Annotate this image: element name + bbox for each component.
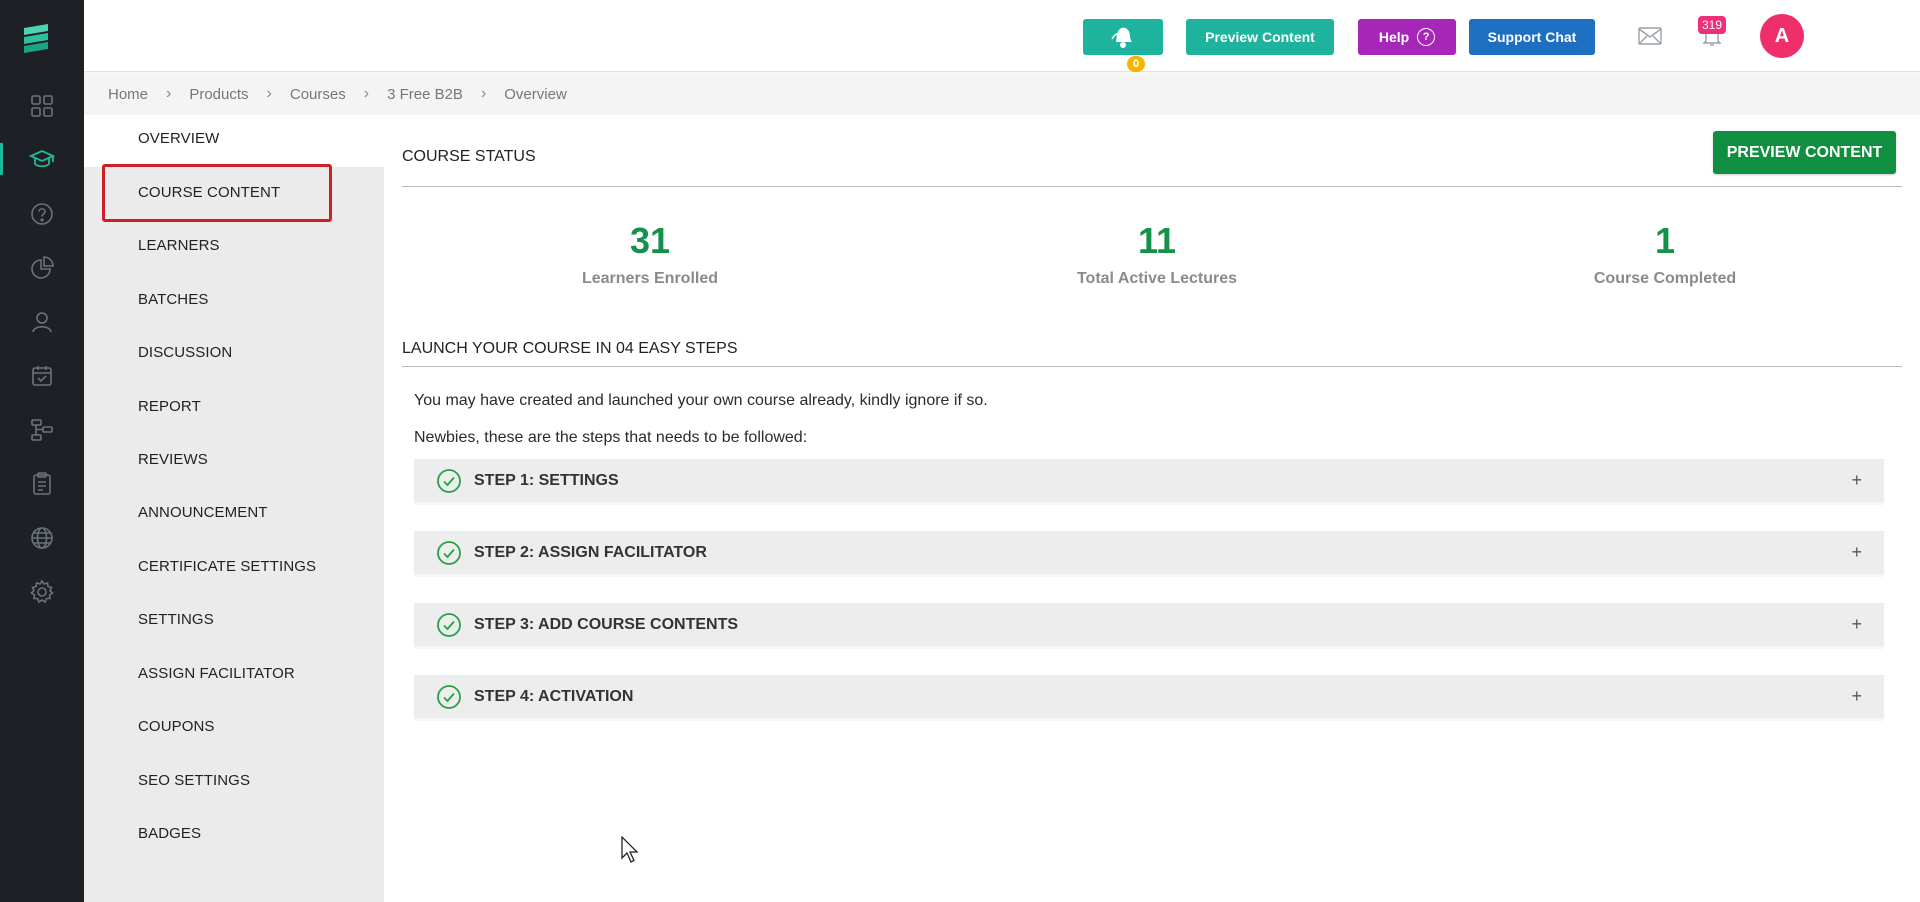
dashboard-icon[interactable] — [0, 84, 84, 128]
step-settings[interactable]: STEP 1: SETTINGS + — [414, 459, 1884, 505]
bell-icon — [1111, 27, 1132, 48]
check-circle-icon — [437, 540, 461, 565]
subnav-active-bg — [84, 115, 384, 167]
step-activation[interactable]: STEP 4: ACTIVATION + — [414, 675, 1884, 721]
breadcrumb-home[interactable]: Home — [108, 86, 148, 103]
avatar[interactable]: A — [1760, 14, 1804, 58]
subnav-announcement[interactable]: ANNOUNCEMENT — [138, 504, 268, 521]
question-icon: ? — [1417, 28, 1436, 46]
subnav-certificate-settings[interactable]: CERTIFICATE SETTINGS — [138, 558, 316, 575]
subnav-assign-facilitator[interactable]: ASSIGN FACILITATOR — [138, 665, 295, 682]
calendar-check-icon[interactable] — [0, 354, 84, 398]
stat-course-completed: 1 Course Completed — [1515, 220, 1815, 288]
courses-icon[interactable] — [0, 137, 84, 181]
breadcrumb: Home › Products › Courses › 3 Free B2B ›… — [84, 73, 1920, 115]
reports-pie-icon[interactable] — [0, 246, 84, 290]
subnav-reviews[interactable]: REVIEWS — [138, 451, 208, 468]
subnav-settings[interactable]: SETTINGS — [138, 611, 214, 628]
stat-label: Course Completed — [1593, 270, 1737, 287]
clipboard-icon[interactable] — [0, 462, 84, 506]
logo-icon[interactable] — [20, 22, 54, 56]
step-label: STEP 2: ASSIGN FACILITATOR — [474, 543, 707, 561]
app-sidebar-rail — [0, 0, 84, 902]
subnav-batches[interactable]: BATCHES — [138, 291, 208, 308]
subnav-seo-settings[interactable]: SEO SETTINGS — [138, 772, 250, 789]
subnav-badges[interactable]: BADGES — [138, 825, 201, 842]
stat-learners-enrolled: 31 Learners Enrolled — [500, 220, 800, 288]
chevron-right-icon: › — [266, 85, 272, 102]
newbies-text: Newbies, these are the steps that needs … — [414, 429, 808, 446]
subnav-overview[interactable]: OVERVIEW — [138, 130, 219, 147]
subnav-discussion[interactable]: DISCUSSION — [138, 344, 232, 361]
help-label: Help — [1378, 29, 1410, 45]
check-circle-icon — [437, 468, 461, 493]
chevron-right-icon: › — [480, 85, 487, 102]
stat-value: 11 — [1137, 220, 1177, 261]
user-icon[interactable] — [0, 300, 84, 344]
expand-plus-icon[interactable]: + — [1851, 542, 1862, 563]
subnav-report[interactable]: REPORT — [138, 398, 201, 415]
mail-icon[interactable] — [1638, 26, 1662, 46]
expand-plus-icon[interactable]: + — [1851, 614, 1862, 635]
chevron-right-icon: › — [166, 85, 172, 102]
breadcrumb-overview: Overview — [504, 85, 567, 103]
subnav-coupons[interactable]: COUPONS — [138, 718, 215, 735]
globe-icon[interactable] — [0, 516, 84, 560]
highlight-box — [102, 164, 332, 222]
expand-plus-icon[interactable]: + — [1851, 470, 1862, 491]
check-circle-icon — [437, 612, 461, 637]
gear-icon[interactable] — [0, 570, 84, 614]
stat-value: 1 — [1654, 220, 1676, 261]
support-chat-button[interactable]: Support Chat — [1469, 19, 1595, 55]
stat-label: Learners Enrolled — [581, 270, 719, 287]
help-button[interactable]: Help ? — [1358, 19, 1456, 55]
help-circle-icon[interactable] — [0, 192, 84, 236]
step-label: STEP 1: SETTINGS — [474, 471, 619, 489]
divider — [402, 366, 1902, 367]
chevron-right-icon: › — [363, 85, 370, 102]
stat-value: 31 — [629, 220, 671, 261]
breadcrumb-products[interactable]: Products — [189, 86, 248, 103]
mouse-cursor-icon — [621, 836, 639, 863]
breadcrumb-course-name[interactable]: 3 Free B2B — [387, 86, 463, 103]
stat-total-active-lectures: 11 Total Active Lectures — [1007, 220, 1307, 288]
step-assign-facilitator[interactable]: STEP 2: ASSIGN FACILITATOR + — [414, 531, 1884, 577]
step-label: STEP 4: ACTIVATION — [474, 687, 634, 705]
check-circle-icon — [437, 684, 461, 709]
step-add-course-contents[interactable]: STEP 3: ADD COURSE CONTENTS + — [414, 603, 1884, 649]
subnav-learners[interactable]: LEARNERS — [138, 237, 220, 254]
stat-label: Total Active Lectures — [1076, 270, 1238, 287]
announcement-bell-button[interactable] — [1083, 19, 1163, 55]
breadcrumb-courses[interactable]: Courses — [290, 86, 346, 103]
step-label: STEP 3: ADD COURSE CONTENTS — [474, 615, 739, 633]
course-status-title: COURSE STATUS — [402, 148, 536, 165]
launch-steps-title: LAUNCH YOUR COURSE IN 04 EASY STEPS — [402, 340, 738, 357]
intro-text: You may have created and launched your o… — [414, 392, 988, 409]
preview-content-main-button[interactable]: PREVIEW CONTENT — [1713, 131, 1896, 174]
expand-plus-icon[interactable]: + — [1851, 686, 1862, 707]
workflow-icon[interactable] — [0, 408, 84, 452]
bell-count-badge: 0 — [1127, 56, 1145, 72]
divider — [402, 186, 1902, 187]
course-subnav: OVERVIEW COURSE CONTENT LEARNERS BATCHES… — [84, 115, 384, 902]
preview-content-button[interactable]: Preview Content — [1186, 19, 1334, 55]
notification-count-badge: 319 — [1698, 16, 1726, 34]
